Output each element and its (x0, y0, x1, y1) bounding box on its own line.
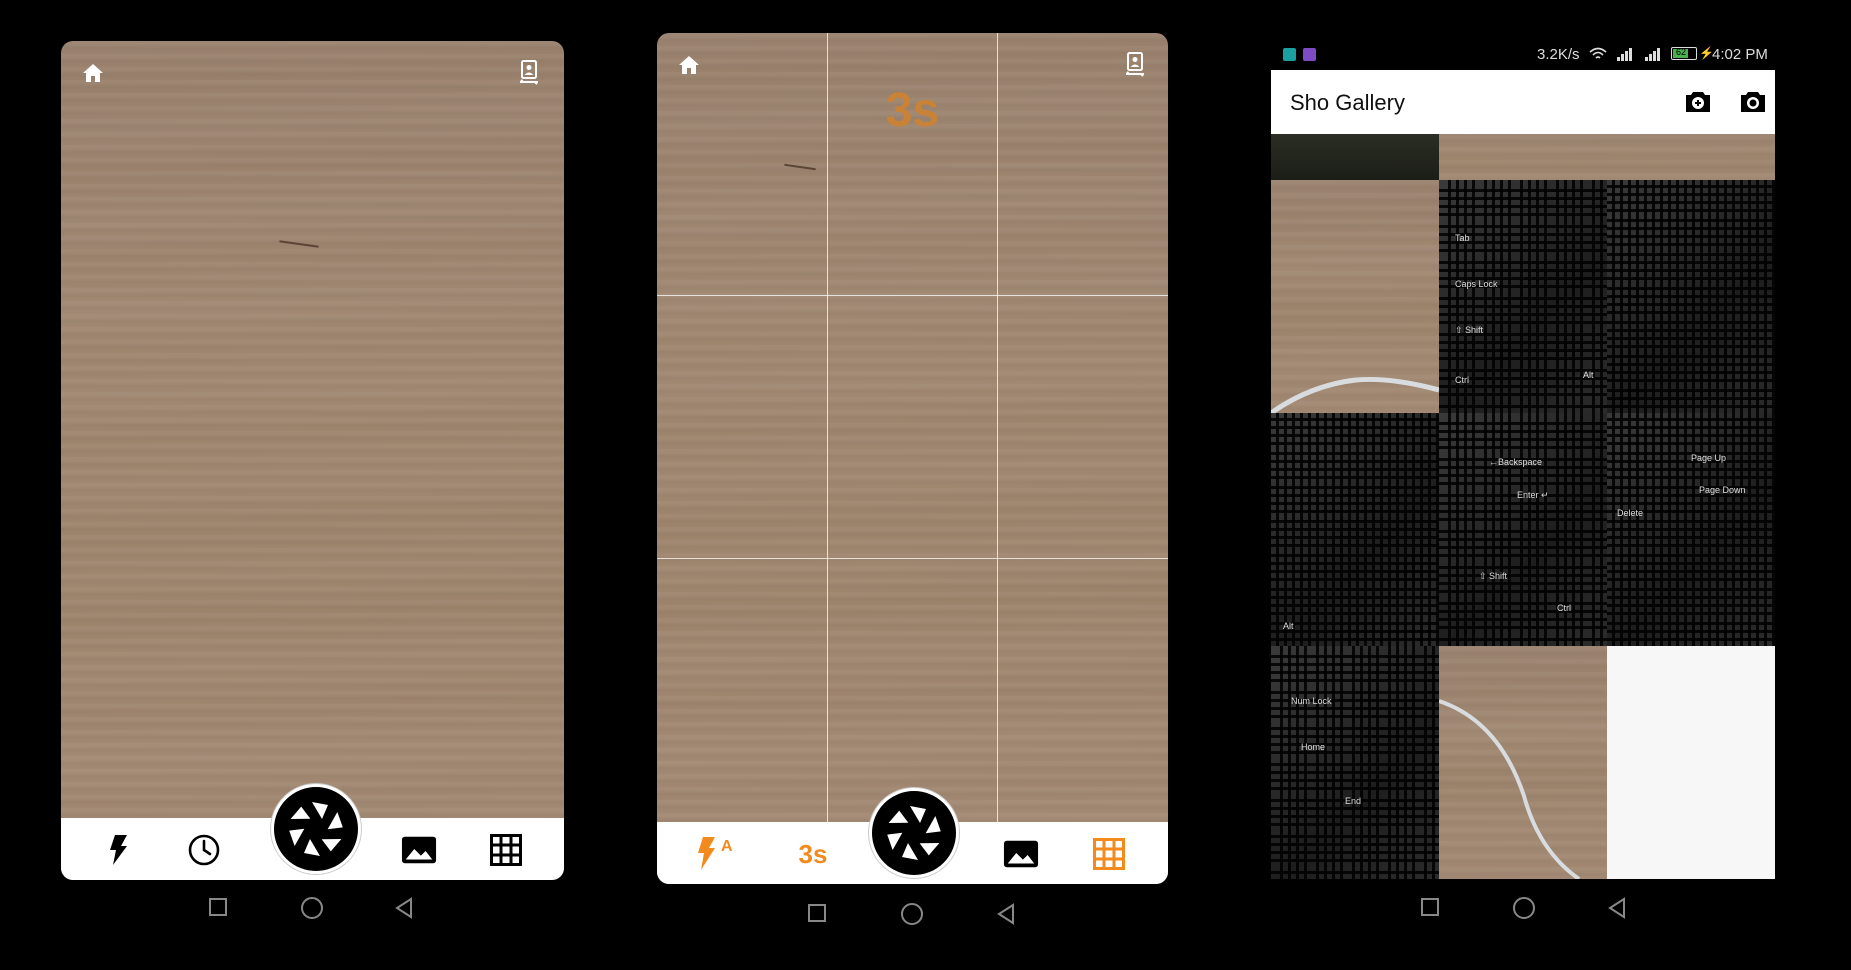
svg-text:A: A (721, 838, 733, 855)
timer-button[interactable]: 3s (787, 836, 839, 872)
gallery-thumbnail[interactable]: Alt (1271, 413, 1439, 646)
app-bar: Sho Gallery (1271, 70, 1775, 134)
wifi-icon (1589, 47, 1607, 65)
key-page-up: Page Up (1691, 453, 1727, 463)
timer-clock-icon[interactable] (186, 832, 222, 868)
key-delete: Delete (1617, 508, 1644, 518)
gallery-empty-slot (1607, 646, 1775, 879)
grid-line (827, 33, 828, 884)
gallery-image-icon[interactable] (1003, 836, 1039, 872)
gallery-thumbnail[interactable]: Num Lock Home End (1271, 646, 1439, 879)
camera-screen-1 (61, 41, 564, 880)
key-end: End (1345, 796, 1362, 806)
nav-recents-button[interactable] (807, 903, 827, 923)
key-ctrl: Ctrl (1557, 603, 1571, 613)
gallery-image-icon[interactable] (401, 832, 437, 868)
gallery-thumbnail[interactable] (1271, 134, 1439, 180)
key-shift: ⇧ Shift (1479, 571, 1508, 581)
clock-time: 4:02 PM (1712, 46, 1768, 63)
wood-mark (279, 240, 319, 248)
key-enter: Enter ↵ (1517, 490, 1549, 500)
notification-icon (1303, 48, 1316, 61)
key-page-down: Page Down (1699, 485, 1746, 495)
key-tab: Tab (1455, 233, 1470, 243)
grid-line (657, 558, 1168, 559)
key-shift: ⇧ Shift (1455, 325, 1484, 335)
nav-home-button[interactable] (1512, 896, 1536, 920)
gallery-thumbnail[interactable] (1271, 180, 1439, 413)
camera-icon[interactable] (1739, 89, 1767, 115)
gallery-thumbnail[interactable] (1607, 134, 1775, 180)
grid-toggle-icon[interactable] (1091, 836, 1127, 872)
nav-home-button[interactable] (300, 896, 324, 920)
nav-back-button[interactable] (1607, 896, 1627, 920)
nav-recents-button[interactable] (208, 897, 228, 917)
gallery-thumbnail[interactable] (1439, 646, 1607, 879)
gallery-thumbnail[interactable]: Delete Page Up Page Down (1607, 413, 1775, 646)
shutter-button[interactable] (869, 788, 959, 878)
nav-home-button[interactable] (900, 902, 924, 926)
grid-line (657, 295, 1168, 296)
key-backspace: ←Backspace (1489, 457, 1543, 467)
gallery-grid: Tab Caps Lock ⇧ Shift Ctrl Alt Alt ←Back… (1271, 134, 1775, 879)
network-speed: 3.2K/s (1537, 46, 1580, 63)
grid-line (997, 33, 998, 884)
aperture-icon (881, 800, 947, 866)
home-icon[interactable] (80, 60, 106, 86)
grid-toggle-icon[interactable] (488, 832, 524, 868)
aperture-icon (283, 796, 349, 862)
key-alt: Alt (1583, 370, 1594, 380)
battery-level: 62 (1676, 47, 1687, 57)
flash-auto-icon[interactable]: A (695, 836, 739, 872)
wood-mark (784, 163, 816, 171)
key-alt: Alt (1283, 621, 1294, 631)
signal-icon (1644, 47, 1662, 65)
flash-icon[interactable] (100, 832, 136, 868)
signal-icon (1616, 47, 1634, 65)
battery-icon: 62 (1671, 47, 1697, 60)
gallery-thumbnail[interactable] (1607, 180, 1775, 413)
home-icon[interactable] (676, 52, 702, 78)
shutter-button[interactable] (271, 784, 361, 874)
notification-icon (1283, 48, 1296, 61)
nav-back-button[interactable] (394, 896, 414, 920)
countdown-overlay: 3s (885, 84, 940, 137)
nav-recents-button[interactable] (1420, 897, 1440, 917)
switch-camera-icon[interactable] (1122, 52, 1148, 78)
nav-back-button[interactable] (996, 902, 1016, 926)
gallery-thumbnail[interactable] (1439, 134, 1607, 180)
add-photo-camera-icon[interactable] (1684, 89, 1712, 115)
key-ctrl: Ctrl (1455, 375, 1469, 385)
key-num-lock: Num Lock (1291, 696, 1332, 706)
gallery-thumbnail[interactable]: Tab Caps Lock ⇧ Shift Ctrl Alt (1439, 180, 1607, 413)
status-bar: 3.2K/s 62 ⚡ 4:02 PM (1271, 42, 1775, 70)
key-caps-lock: Caps Lock (1455, 279, 1498, 289)
switch-camera-icon[interactable] (516, 60, 542, 86)
camera-screen-2: 3s A 3s (657, 33, 1168, 884)
gallery-thumbnail[interactable]: ←Backspace Enter ↵ ⇧ Shift Ctrl (1439, 413, 1607, 646)
key-home: Home (1301, 742, 1326, 752)
app-title: Sho Gallery (1290, 90, 1405, 115)
